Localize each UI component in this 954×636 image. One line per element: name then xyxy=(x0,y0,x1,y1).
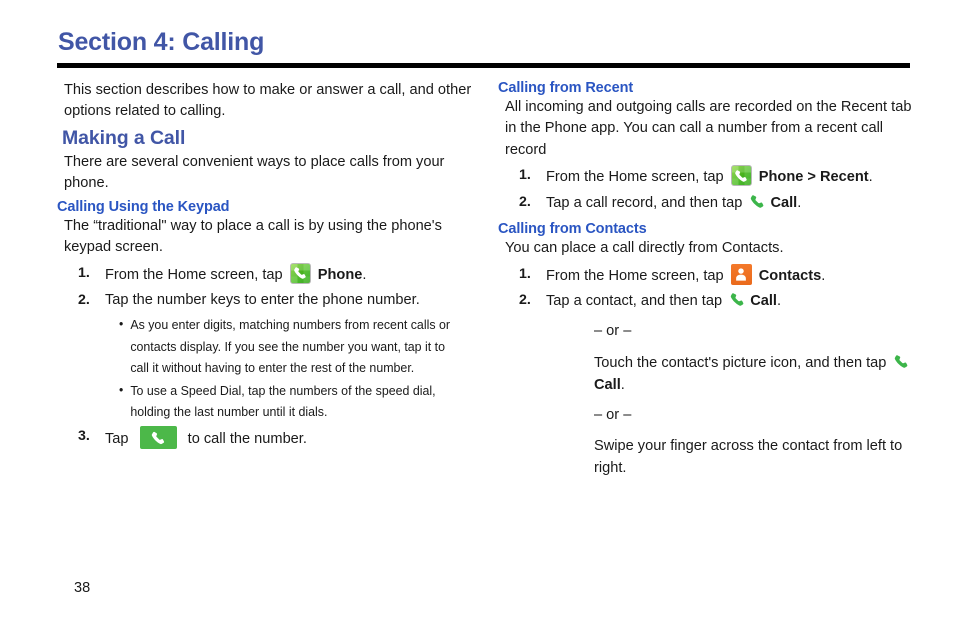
title-divider xyxy=(57,63,910,68)
step-bold-label: Phone xyxy=(317,266,363,283)
alternative-bold-label: Call xyxy=(594,377,621,394)
step-number: 1. xyxy=(78,264,90,281)
keypad-step-list: 1. From the Home screen, tap Phone. 2. T… xyxy=(57,262,477,452)
step-number: 2. xyxy=(519,194,531,211)
alternative-suffix: . xyxy=(620,377,625,394)
phone-app-icon xyxy=(289,262,311,284)
contacts-app-icon xyxy=(730,263,752,285)
step-item: 1. From the Home screen, tap Phone > Rec… xyxy=(498,165,918,189)
alternative-method-1: Touch the contact's picture icon, and th… xyxy=(498,352,918,397)
step-bold-label: Contacts xyxy=(758,267,822,284)
alternative-method-2: Swipe your finger across the contact fro… xyxy=(594,437,903,476)
bullet-item: • To use a Speed Dial, tap the numbers o… xyxy=(57,380,452,423)
or-separator-2: – or – xyxy=(594,406,632,423)
bullet-text: To use a Speed Dial, tap the numbers of … xyxy=(130,382,436,419)
step-text: Tap a contact, and then tap xyxy=(546,293,723,310)
right-column: Calling from Recent All incoming and out… xyxy=(498,80,918,480)
step-number: 1. xyxy=(519,265,531,282)
step-suffix: . xyxy=(362,266,367,283)
step-text: From the Home screen, tap xyxy=(546,267,724,284)
intro-paragraph: This section describes how to make or an… xyxy=(64,82,472,120)
step-item: 3. Tap to call the number. xyxy=(57,426,477,451)
keypad-bullet-list: • As you enter digits, matching numbers … xyxy=(57,314,477,422)
heading-calling-from-recent: Calling from Recent xyxy=(498,80,634,96)
step-suffix: . xyxy=(797,195,802,212)
alternative-text: Touch the contact's picture icon, and th… xyxy=(594,355,887,372)
left-column: This section describes how to make or an… xyxy=(57,80,477,456)
heading-calling-using-the-keypad: Calling Using the Keypad xyxy=(57,198,230,215)
bullet-dot: • xyxy=(119,316,124,332)
step-suffix: . xyxy=(776,293,782,310)
step-bold-label: Call xyxy=(750,293,777,310)
lead-paragraph: There are several convenient ways to pla… xyxy=(64,153,445,192)
step-suffix: . xyxy=(821,267,826,284)
step-text: Tap a call record, and then tap xyxy=(546,195,743,212)
contacts-paragraph: You can place a call directly from Conta… xyxy=(505,240,784,257)
page-title: Section 4: Calling xyxy=(58,28,265,56)
step-text: From the Home screen, tap xyxy=(546,169,724,186)
heading-making-a-call: Making a Call xyxy=(62,126,186,149)
contacts-step-list: 1. From the Home screen, tap Contacts. 2… xyxy=(498,263,918,314)
step-bold-label: Call xyxy=(770,195,798,212)
step-suffix: . xyxy=(868,169,873,186)
keypad-paragraph: The “traditional" way to place a call is… xyxy=(64,217,442,256)
step-number: 2. xyxy=(519,292,531,309)
recent-step-list: 1. From the Home screen, tap Phone > Rec… xyxy=(498,165,918,215)
step-number: 1. xyxy=(519,167,531,184)
step-number: 3. xyxy=(78,428,90,445)
heading-calling-from-contacts: Calling from Contacts xyxy=(498,221,647,238)
handset-icon xyxy=(751,195,764,208)
step-item: 2. Tap the number keys to enter the phon… xyxy=(57,290,477,312)
step-item: 1. From the Home screen, tap Contacts. xyxy=(498,263,918,288)
bullet-text: As you enter digits, matching numbers fr… xyxy=(130,317,451,376)
step-text: From the Home screen, tap xyxy=(105,266,283,283)
handset-icon xyxy=(895,355,908,368)
handset-icon xyxy=(730,293,744,307)
phone-app-icon xyxy=(730,165,752,187)
step-item: 2. Tap a contact, and then tap Call. xyxy=(498,290,918,313)
page-number: 38 xyxy=(74,580,91,596)
step-item: 1. From the Home screen, tap Phone. xyxy=(57,262,477,287)
bullet-item: • As you enter digits, matching numbers … xyxy=(57,314,452,378)
step-suffix: to call the number. xyxy=(187,431,307,448)
step-item: 2. Tap a call record, and then tap Call. xyxy=(498,192,918,215)
bullet-dot: • xyxy=(119,381,124,397)
or-separator-1: – or – xyxy=(594,323,632,340)
recent-paragraph: All incoming and outgoing calls are reco… xyxy=(505,99,912,158)
step-number: 2. xyxy=(78,291,90,308)
step-text: Tap xyxy=(105,431,129,448)
call-button-icon xyxy=(139,426,177,450)
step-text: Tap the number keys to enter the phone n… xyxy=(105,291,420,308)
document-page: Section 4: Calling This section describe… xyxy=(0,0,954,636)
step-bold-label: Phone > Recent xyxy=(758,169,869,186)
